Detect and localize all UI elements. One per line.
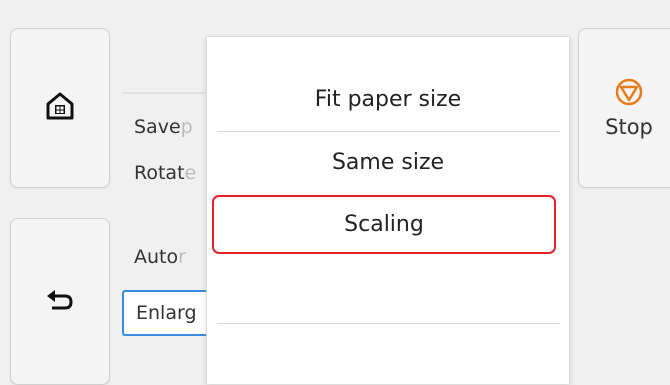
- option-fit-paper-size[interactable]: Fit paper size: [207, 87, 569, 112]
- menu-item-label-faded: e: [184, 162, 197, 184]
- home-button[interactable]: [10, 28, 110, 188]
- menu-item-label: Enlarg: [136, 302, 197, 324]
- option-same-size[interactable]: Same size: [207, 150, 569, 175]
- option-label: Scaling: [344, 212, 424, 237]
- menu-item-auto[interactable]: Auto r: [122, 234, 210, 280]
- menu-item-enlarge[interactable]: Enlarg: [122, 290, 210, 336]
- menu-divider: [122, 92, 212, 94]
- stop-button[interactable]: Stop: [578, 28, 670, 188]
- stop-label: Stop: [605, 115, 653, 139]
- stop-icon: [614, 77, 644, 111]
- option-label: Fit paper size: [314, 87, 462, 112]
- option-divider: [217, 131, 560, 132]
- menu-item-label-faded: r: [178, 246, 186, 268]
- option-scaling[interactable]: Scaling: [212, 195, 556, 254]
- menu-item-label: Auto: [134, 246, 179, 268]
- menu-item-save[interactable]: Save p: [122, 104, 210, 150]
- back-button[interactable]: [10, 218, 110, 385]
- back-arrow-icon: [45, 287, 75, 317]
- enlarge-reduce-dropdown: Fit paper size Same size Scaling: [206, 36, 570, 384]
- menu-item-label: Rotat: [134, 162, 185, 184]
- home-icon: [45, 91, 75, 125]
- menu-item-rotate[interactable]: Rotat e: [122, 150, 210, 196]
- menu-item-label: Save: [134, 116, 181, 138]
- option-divider: [217, 323, 560, 324]
- option-label: Same size: [331, 150, 445, 175]
- menu-item-label-faded: p: [180, 116, 193, 138]
